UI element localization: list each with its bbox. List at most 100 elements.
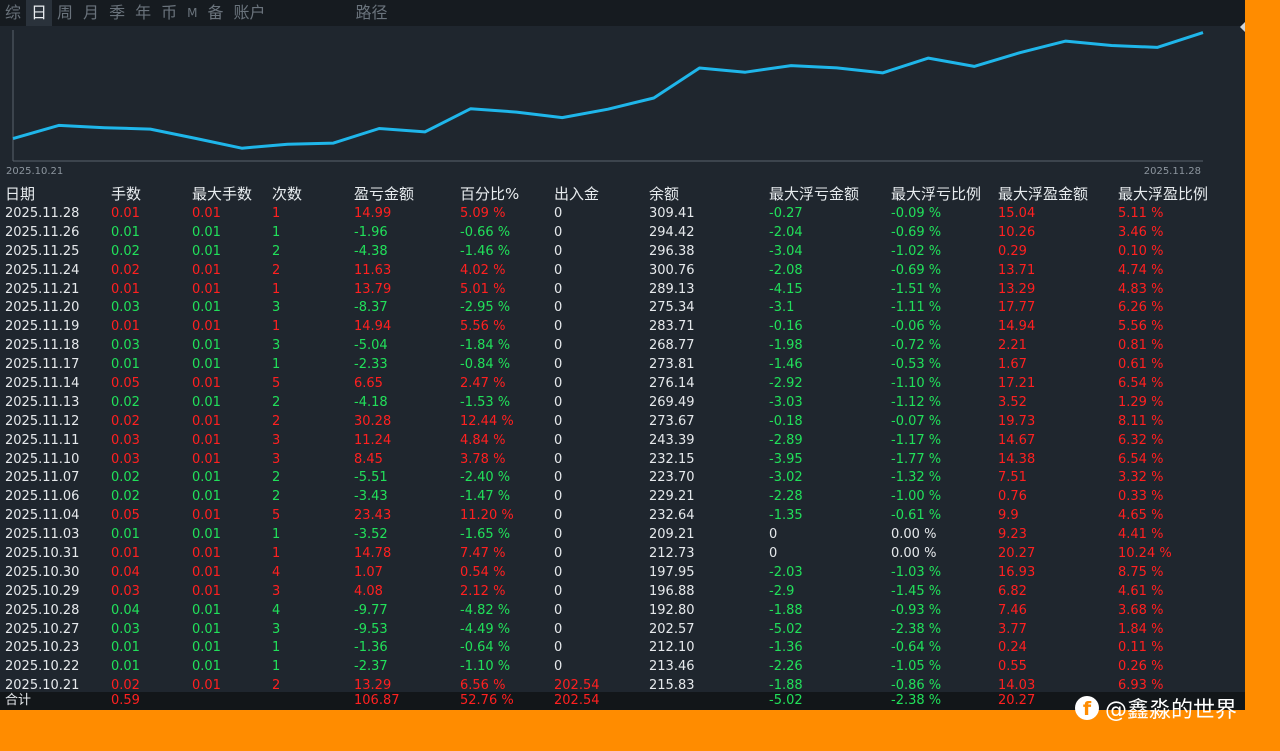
header-max-lots[interactable]: 最大手数 [192, 183, 252, 205]
table-row[interactable]: 2025.10.29 0.03 0.01 3 4.08 2.12 % 0 196.88 -2.9… [0, 583, 1245, 602]
table-row[interactable]: 2025.11.07 0.02 0.01 2 -5.51 -2.40 % 0 223.70 -3… [0, 469, 1245, 488]
cell-balance: 223.70 [649, 470, 695, 486]
cell-max-float-loss-pct: -0.06 % [891, 319, 942, 335]
header-count[interactable]: 次数 [272, 183, 302, 205]
table-row[interactable]: 2025.11.06 0.02 0.01 2 -3.43 -1.47 % 0 229.21 -2… [0, 488, 1245, 507]
balance-chart: 2025.10.21 2025.11.28 [0, 26, 1245, 178]
cell-count: 1 [272, 319, 281, 335]
cell-date: 2025.10.31 [5, 546, 80, 562]
cell-pnl: 8.45 [354, 451, 383, 467]
cell-date: 2025.11.28 [5, 206, 80, 221]
cell-pct: 5.09 % [460, 206, 506, 221]
cell-pct: 5.01 % [460, 281, 506, 297]
table-row[interactable]: 2025.11.25 0.02 0.01 2 -4.38 -1.46 % 0 296.38 -3… [0, 243, 1245, 262]
table-row[interactable]: 2025.11.13 0.02 0.01 2 -4.18 -1.53 % 0 269.49 -3… [0, 394, 1245, 413]
header-deposit[interactable]: 出入金 [554, 183, 599, 205]
table-row[interactable]: 2025.11.04 0.05 0.01 5 23.43 11.20 % 0 232.64 -1… [0, 507, 1245, 526]
cell-max-lots: 0.01 [192, 659, 221, 675]
table-row[interactable]: 2025.11.12 0.02 0.01 2 30.28 12.44 % 0 273.67 -0… [0, 413, 1245, 432]
header-max-float-profit[interactable]: 最大浮盈金额 [998, 183, 1088, 205]
cell-deposit: 0 [554, 546, 563, 562]
total-row: 合计 0.59 106.87 52.76 % 202.54 -5.02 -2.3… [0, 692, 1245, 710]
cell-pct: -4.49 % [460, 621, 511, 637]
cell-max-float-loss: -3.03 [769, 394, 803, 410]
tab-currency[interactable]: 币 [156, 0, 182, 26]
cell-pct: 2.12 % [460, 583, 506, 599]
cell-max-float-loss: -3.04 [769, 243, 803, 259]
cell-count: 3 [272, 300, 281, 316]
total-label: 合计 [5, 693, 32, 708]
cell-max-float-loss-pct: -0.09 % [891, 206, 942, 221]
cell-max-lots: 0.01 [192, 508, 221, 524]
cell-max-lots: 0.01 [192, 640, 221, 656]
tab-quarter[interactable]: 季 [104, 0, 130, 26]
tab-year[interactable]: 年 [130, 0, 156, 26]
table-row[interactable]: 2025.10.31 0.01 0.01 1 14.78 7.47 % 0 212.73 0 0.… [0, 545, 1245, 564]
cell-balance: 202.57 [649, 621, 695, 637]
table-row[interactable]: 2025.10.27 0.03 0.01 3 -9.53 -4.49 % 0 202.57 -5… [0, 621, 1245, 640]
header-pct[interactable]: 百分比% [460, 183, 519, 205]
cell-date: 2025.10.29 [5, 583, 80, 599]
cell-count: 1 [272, 640, 281, 656]
header-max-float-loss[interactable]: 最大浮亏金额 [769, 183, 859, 205]
tab-day[interactable]: 日 [26, 0, 53, 26]
cell-max-float-loss: -1.88 [769, 602, 803, 618]
table-row[interactable]: 2025.10.28 0.04 0.01 4 -9.77 -4.82 % 0 192.80 -1… [0, 602, 1245, 621]
cell-max-float-profit: 1.67 [998, 357, 1027, 373]
cell-max-float-profit: 16.93 [998, 564, 1036, 580]
cell-max-float-loss: -2.26 [769, 659, 803, 675]
table-row[interactable]: 2025.11.10 0.03 0.01 3 8.45 3.78 % 0 232.15 -3.9… [0, 451, 1245, 470]
cell-max-lots: 0.01 [192, 564, 221, 580]
table-row[interactable]: 2025.10.23 0.01 0.01 1 -1.36 -0.64 % 0 212.10 -1… [0, 639, 1245, 658]
tab-path[interactable]: 路径 [351, 0, 393, 26]
header-pnl[interactable]: 盈亏金额 [354, 183, 414, 205]
cell-pct: 4.84 % [460, 432, 506, 448]
cell-max-float-loss-pct: -1.05 % [891, 659, 942, 675]
table-row[interactable]: 2025.11.18 0.03 0.01 3 -5.04 -1.84 % 0 268.77 -1… [0, 337, 1245, 356]
cell-max-float-profit-pct: 4.74 % [1118, 262, 1164, 278]
header-max-float-loss-pct[interactable]: 最大浮亏比例 [891, 183, 981, 205]
tab-summary[interactable]: 综 [0, 0, 26, 26]
cell-max-lots: 0.01 [192, 451, 221, 467]
table-row[interactable]: 2025.11.19 0.01 0.01 1 14.94 5.56 % 0 283.71 -0.… [0, 318, 1245, 337]
header-balance[interactable]: 余额 [649, 183, 679, 205]
table-row[interactable]: 2025.11.28 0.01 0.01 1 14.99 5.09 % 0 309.41 -0.… [0, 205, 1245, 224]
table-row[interactable]: 2025.11.14 0.05 0.01 5 6.65 2.47 % 0 276.14 -2.9… [0, 375, 1245, 394]
cell-pct: -4.82 % [460, 602, 511, 618]
tab-month[interactable]: 月 [78, 0, 104, 26]
cell-max-float-loss: -4.15 [769, 281, 803, 297]
cell-max-float-profit-pct: 1.84 % [1118, 621, 1164, 637]
cell-lots: 0.03 [111, 451, 140, 467]
cell-max-float-profit: 15.04 [998, 206, 1036, 221]
report-panel: 综 日 周 月 季 年 币 M 备 账户 路径 2025.10.21 2025.… [0, 0, 1245, 710]
cell-max-float-profit-pct: 0.33 % [1118, 489, 1164, 505]
cell-max-lots: 0.01 [192, 206, 221, 221]
cell-lots: 0.02 [111, 243, 140, 259]
header-max-float-profit-pct[interactable]: 最大浮盈比例 [1118, 183, 1208, 205]
cell-max-float-loss: -2.08 [769, 262, 803, 278]
table-row[interactable]: 2025.10.22 0.01 0.01 1 -2.37 -1.10 % 0 213.46 -2… [0, 658, 1245, 677]
tab-account[interactable]: 账户 [228, 0, 270, 26]
header-lots[interactable]: 手数 [111, 183, 141, 205]
cell-deposit: 0 [554, 432, 563, 448]
header-date[interactable]: 日期 [5, 183, 35, 205]
tab-week[interactable]: 周 [52, 0, 78, 26]
tab-backup[interactable]: 备 [202, 0, 228, 26]
table-row[interactable]: 2025.11.20 0.03 0.01 3 -8.37 -2.95 % 0 275.34 -3… [0, 299, 1245, 318]
cell-deposit: 0 [554, 659, 563, 675]
table-row[interactable]: 2025.11.11 0.03 0.01 3 11.24 4.84 % 0 243.39 -2.… [0, 432, 1245, 451]
cell-pnl: -5.04 [354, 338, 388, 354]
tab-m[interactable]: M [182, 0, 202, 26]
table-row[interactable]: 2025.10.30 0.04 0.01 4 1.07 0.54 % 0 197.95 -2.0… [0, 564, 1245, 583]
table-row[interactable]: 2025.11.26 0.01 0.01 1 -1.96 -0.66 % 0 294.42 -2… [0, 224, 1245, 243]
cell-count: 1 [272, 659, 281, 675]
x-end-label: 2025.11.28 [1144, 166, 1201, 177]
table-row[interactable]: 2025.11.17 0.01 0.01 1 -2.33 -0.84 % 0 273.81 -1… [0, 356, 1245, 375]
cell-pct: 12.44 % [460, 413, 514, 429]
table-row[interactable]: 2025.11.21 0.01 0.01 1 13.79 5.01 % 0 289.13 -4.… [0, 281, 1245, 300]
cell-lots: 0.01 [111, 640, 140, 656]
table-row[interactable]: 2025.11.03 0.01 0.01 1 -3.52 -1.65 % 0 209.21 0 0… [0, 526, 1245, 545]
total-lots: 0.59 [111, 693, 140, 708]
table-row[interactable]: 2025.11.24 0.02 0.01 2 11.63 4.02 % 0 300.76 -2.… [0, 262, 1245, 281]
cell-deposit: 0 [554, 338, 563, 354]
